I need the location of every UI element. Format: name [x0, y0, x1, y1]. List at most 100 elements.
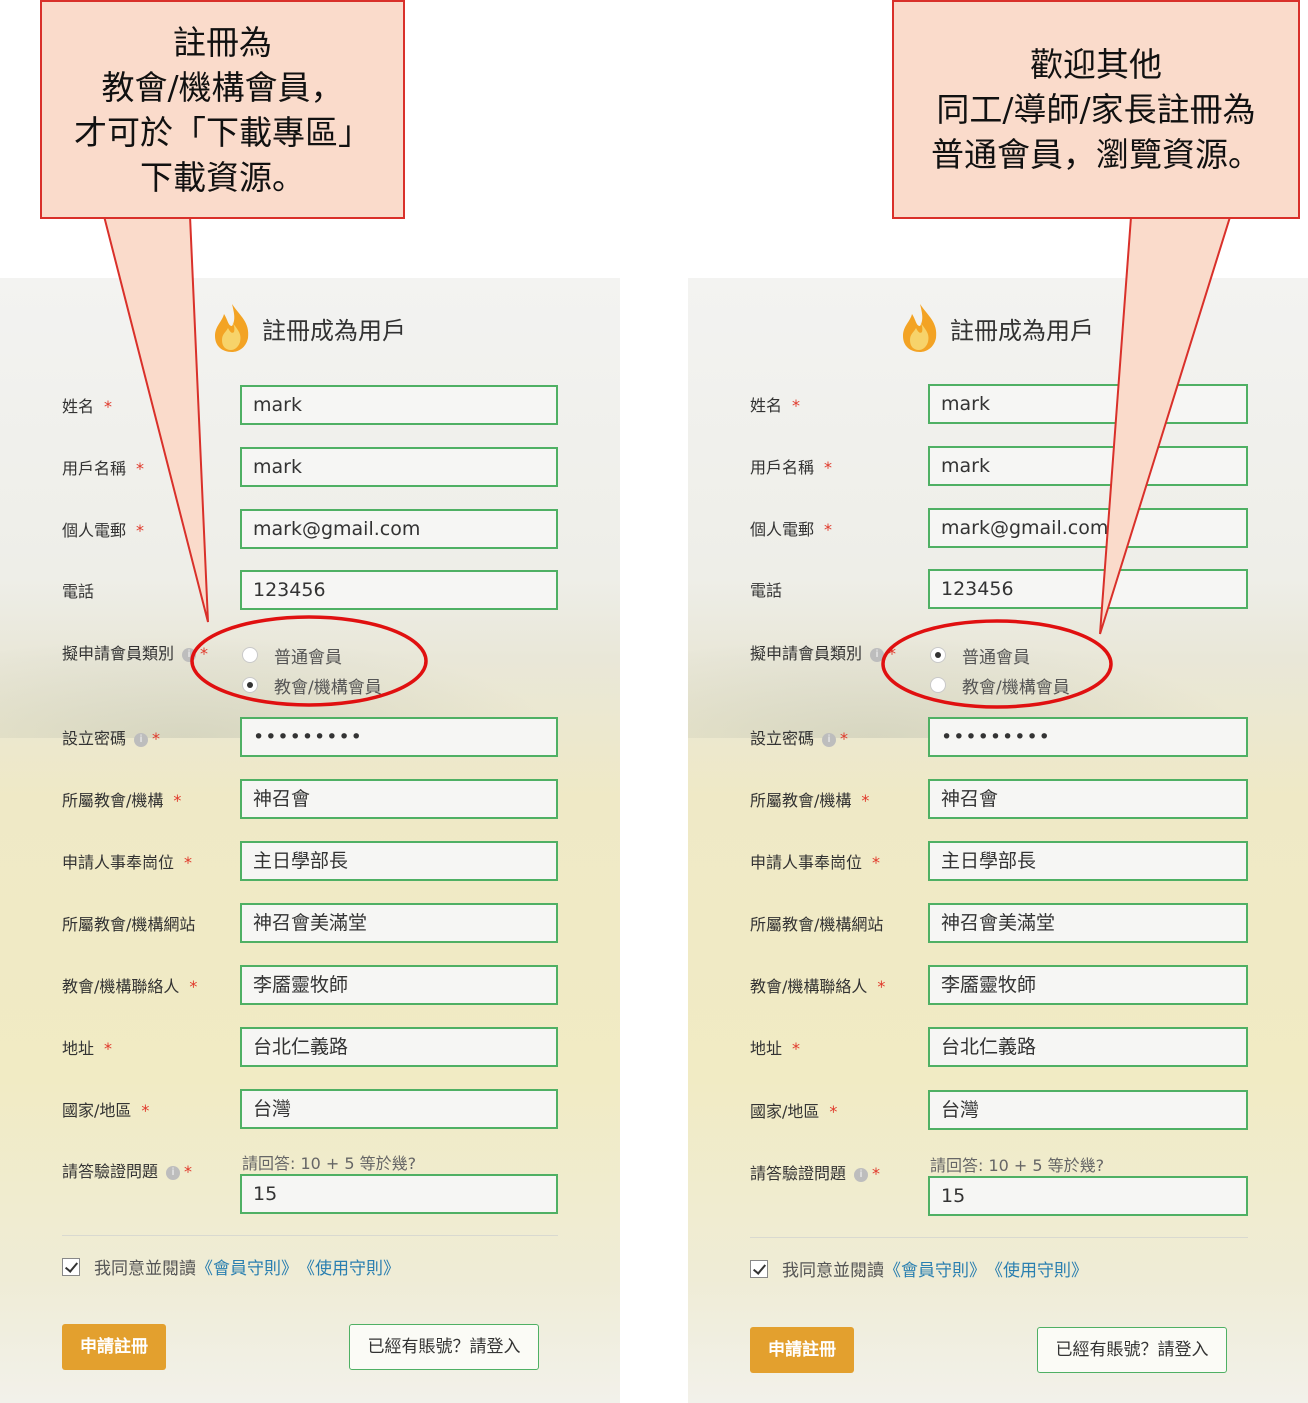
register-button[interactable]: 申請註冊 [62, 1324, 166, 1370]
register-button[interactable]: 申請註冊 [750, 1327, 854, 1373]
username-input[interactable]: mark [240, 447, 558, 487]
login-button[interactable]: 已經有賬號？請登入 [1037, 1327, 1227, 1373]
username-input[interactable]: mark [928, 446, 1248, 486]
login-button[interactable]: 已經有賬號？請登入 [349, 1324, 539, 1370]
captcha-hint: 請回答: 10 + 5 等於幾? [242, 1154, 417, 1173]
form-title-text: 註冊成為用戶 [262, 316, 406, 345]
name-label: 姓名 * [62, 397, 113, 416]
field-row-phone: 電話 123456 [0, 570, 620, 612]
position-label: 申請人事奉崗位 * [62, 853, 193, 872]
country-input[interactable]: 台灣 [928, 1090, 1248, 1130]
phone-label: 電話 [750, 581, 783, 600]
radio-button[interactable] [242, 647, 258, 663]
country-label: 國家/地區 * [750, 1102, 838, 1121]
phone-input[interactable]: 123456 [928, 569, 1248, 609]
field-row-country: 國家/地區 * 台灣 [0, 1089, 620, 1131]
form-title: 註冊成為用戶 [898, 302, 1094, 354]
email-input[interactable]: mark@gmail.com [240, 509, 558, 549]
field-row-password: 設立密碼 i * ••••••••• [0, 717, 620, 759]
field-row-captcha: 請答驗證問題 i * 請回答: 10 + 5 等於幾? 15 [0, 1154, 620, 1216]
position-input[interactable]: 主日學部長 [240, 841, 558, 881]
email-label: 個人電郵 * [62, 521, 145, 540]
field-row-church: 所屬教會/機構 * 神召會 [0, 779, 620, 821]
password-label: 設立密碼 i * [750, 729, 849, 748]
info-icon[interactable]: i [822, 732, 837, 747]
captcha-label: 請答驗證問題 i * [62, 1162, 193, 1181]
usage-rules-link[interactable]: 《使用守則》 [986, 1256, 1088, 1281]
position-label: 申請人事奉崗位 * [750, 853, 881, 872]
agree-terms: 我同意並閱讀 《會員守則》 《使用守則》 [62, 1254, 400, 1279]
field-row-contact: 教會/機構聯絡人 * 李靥靈牧師 [0, 965, 620, 1007]
church-label: 所屬教會/機構 * [750, 791, 870, 810]
info-icon[interactable]: i [166, 1165, 181, 1180]
contact-label: 教會/機構聯絡人 * [62, 977, 198, 996]
address-input[interactable]: 台北仁義路 [928, 1027, 1248, 1067]
agree-checkbox[interactable] [750, 1259, 768, 1278]
field-row-phone: 電話 123456 [688, 569, 1308, 611]
church-input[interactable]: 神召會 [928, 779, 1248, 819]
callout-line: 同工/導師/家長註冊為 [936, 90, 1256, 129]
email-label: 個人電郵 * [750, 520, 833, 539]
password-input[interactable]: ••••••••• [240, 717, 558, 757]
website-input[interactable]: 神召會美滿堂 [240, 903, 558, 943]
captcha-label: 請答驗證問題 i * [750, 1164, 881, 1183]
username-label: 用戶名稱 * [62, 459, 145, 478]
field-row-username: 用戶名稱 * mark [0, 447, 620, 489]
divider [62, 1235, 558, 1236]
form-title-text: 註冊成為用戶 [950, 316, 1094, 345]
info-icon[interactable]: i [854, 1167, 869, 1182]
address-label: 地址 * [62, 1039, 113, 1058]
callout-line: 教會/機構會員， [101, 67, 344, 107]
member-type-label: 擬申請會員類別 i * [62, 644, 209, 663]
radio-button-selected[interactable] [242, 677, 258, 693]
phone-label: 電話 [62, 582, 95, 601]
name-input[interactable]: mark [240, 385, 558, 425]
field-row-member-type: 擬申請會員類別 i * 普通會員 教會/機構會員 [688, 632, 1308, 698]
name-input[interactable]: mark [928, 384, 1248, 424]
radio-option-regular[interactable]: 普通會員 [242, 640, 382, 670]
field-row-member-type: 擬申請會員類別 i * 普通會員 教會/機構會員 [0, 632, 620, 698]
field-row-email: 個人電郵 * mark@gmail.com [688, 508, 1308, 550]
field-row-contact: 教會/機構聯絡人 * 李靥靈牧師 [688, 965, 1308, 1007]
member-rules-link[interactable]: 《會員守則》 [884, 1256, 986, 1281]
member-type-radio-group: 普通會員 教會/機構會員 [930, 640, 1070, 700]
callout-line: 註冊為 [173, 22, 272, 62]
captcha-input[interactable]: 15 [240, 1174, 558, 1214]
email-input[interactable]: mark@gmail.com [928, 508, 1248, 548]
agree-terms: 我同意並閱讀 《會員守則》 《使用守則》 [750, 1256, 1088, 1281]
username-label: 用戶名稱 * [750, 458, 833, 477]
field-row-position: 申請人事奉崗位 * 主日學部長 [688, 841, 1308, 883]
captcha-input[interactable]: 15 [928, 1176, 1248, 1216]
radio-option-regular[interactable]: 普通會員 [930, 640, 1070, 670]
usage-rules-link[interactable]: 《使用守則》 [298, 1254, 400, 1279]
country-label: 國家/地區 * [62, 1101, 150, 1120]
radio-option-church[interactable]: 教會/機構會員 [242, 670, 382, 700]
password-input[interactable]: ••••••••• [928, 717, 1248, 757]
flame-logo-icon [215, 304, 249, 352]
field-row-address: 地址 * 台北仁義路 [688, 1027, 1308, 1069]
church-input[interactable]: 神召會 [240, 779, 558, 819]
contact-label: 教會/機構聯絡人 * [750, 977, 886, 996]
info-icon[interactable]: i [870, 647, 885, 662]
divider [750, 1237, 1248, 1238]
address-input[interactable]: 台北仁義路 [240, 1027, 558, 1067]
phone-input[interactable]: 123456 [240, 570, 558, 610]
info-icon[interactable]: i [182, 647, 197, 662]
radio-button-selected[interactable] [930, 647, 946, 663]
radio-button[interactable] [930, 677, 946, 693]
agree-checkbox[interactable] [62, 1257, 80, 1276]
radio-option-church[interactable]: 教會/機構會員 [930, 670, 1070, 700]
country-input[interactable]: 台灣 [240, 1089, 558, 1129]
member-rules-link[interactable]: 《會員守則》 [196, 1254, 298, 1279]
contact-input[interactable]: 李靥靈牧師 [240, 965, 558, 1005]
member-type-label: 擬申請會員類別 i * [750, 644, 897, 663]
info-icon[interactable]: i [134, 732, 149, 747]
field-row-username: 用戶名稱 * mark [688, 446, 1308, 488]
position-input[interactable]: 主日學部長 [928, 841, 1248, 881]
contact-input[interactable]: 李靥靈牧師 [928, 965, 1248, 1005]
member-type-radio-group: 普通會員 教會/機構會員 [242, 640, 382, 700]
website-input[interactable]: 神召會美滿堂 [928, 903, 1248, 943]
callout-line: 才可於「下載專區」 [74, 112, 371, 152]
field-row-position: 申請人事奉崗位 * 主日學部長 [0, 841, 620, 883]
field-row-address: 地址 * 台北仁義路 [0, 1027, 620, 1069]
